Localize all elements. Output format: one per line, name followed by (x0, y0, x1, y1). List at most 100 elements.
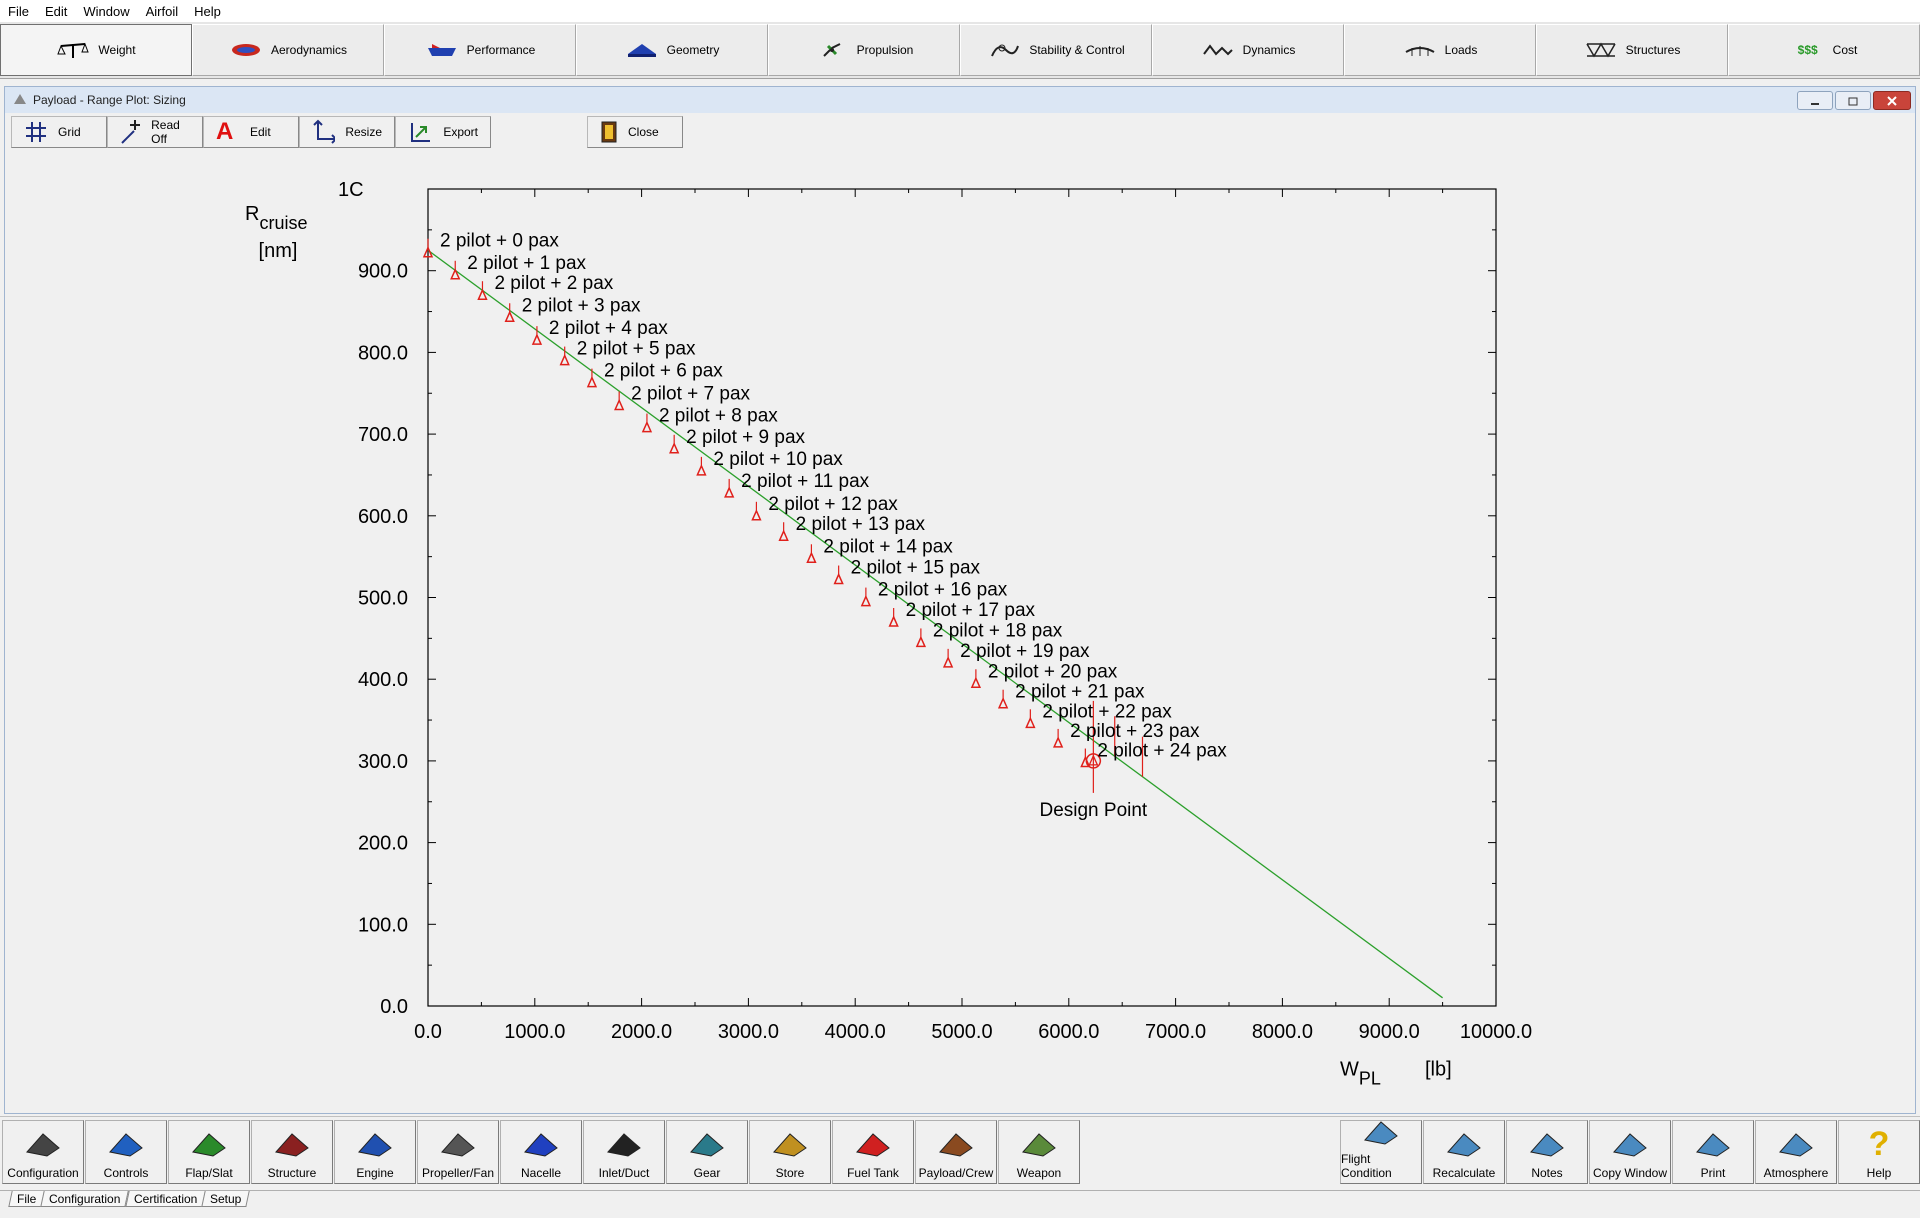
recalculate-button[interactable]: Recalculate (1423, 1120, 1505, 1184)
flap-slat-icon (187, 1126, 231, 1162)
y-axis-subscript: cruise (259, 213, 307, 233)
text-edit-icon: A (216, 118, 234, 145)
minimize-button[interactable] (1797, 91, 1833, 110)
airfoil-icon (229, 39, 263, 61)
help-button[interactable]: ? Help (1838, 1120, 1920, 1184)
restore-icon (1848, 97, 1858, 105)
nacelle-button[interactable]: Nacelle (500, 1120, 582, 1184)
menu-file[interactable]: File (0, 4, 37, 19)
tab-propulsion[interactable]: Propulsion (768, 24, 960, 76)
grid-button[interactable]: Grid (11, 116, 107, 148)
point-label: 2 pilot + 21 pax (1015, 682, 1145, 703)
tab-label: Stability & Control (1029, 43, 1125, 57)
geometry-icon (625, 39, 659, 61)
tab-label: Propulsion (856, 43, 914, 57)
x-tick-label: 7000.0 (1145, 1021, 1206, 1043)
button-label: Store (775, 1166, 805, 1180)
export-button[interactable]: Export (395, 116, 491, 148)
point-label: 2 pilot + 7 pax (631, 384, 750, 405)
tab-cost[interactable]: $$$ Cost (1728, 24, 1920, 76)
sheet-tab-configuration[interactable]: Configuration (40, 1191, 130, 1207)
maximize-button[interactable] (1835, 91, 1871, 110)
button-label: Nacelle (520, 1166, 562, 1180)
tab-label: Loads (1444, 43, 1478, 57)
atmosphere-button[interactable]: Atmosphere (1755, 1120, 1837, 1184)
sheet-tab-certification[interactable]: Certification (125, 1191, 206, 1207)
button-label: Configuration (7, 1166, 79, 1180)
flap-slat-button[interactable]: Flap/Slat (168, 1120, 250, 1184)
point-label: 2 pilot + 13 pax (796, 514, 926, 535)
component-toolbar: Configuration Controls Flap/Slat Structure E… (0, 1116, 1920, 1189)
read-off-button[interactable]: Read Off (107, 116, 203, 148)
tab-performance[interactable]: Performance (384, 24, 576, 76)
weapon-button[interactable]: Weapon (998, 1120, 1080, 1184)
button-label: Print (1700, 1166, 1726, 1180)
resize-button[interactable]: Resize (299, 116, 395, 148)
structure-button[interactable]: Structure (251, 1120, 333, 1184)
tab-label: Weight (98, 43, 136, 57)
menu-edit[interactable]: Edit (37, 4, 75, 19)
close-plot-button[interactable]: Close (587, 116, 683, 148)
inlet-duct-button[interactable]: Inlet/Duct (583, 1120, 665, 1184)
x-tick-label: 5000.0 (931, 1021, 992, 1043)
propeller-fan-button[interactable]: Propeller/Fan (417, 1120, 499, 1184)
button-label: Flight Condition (1341, 1152, 1392, 1180)
menu-window[interactable]: Window (75, 4, 137, 19)
point-label: 2 pilot + 6 pax (604, 361, 723, 382)
button-label: Recalculate (1432, 1166, 1496, 1180)
edit-button[interactable]: A Edit (203, 116, 299, 148)
flight-condition-button[interactable]: Flight Condition (1340, 1120, 1422, 1184)
menu-help[interactable]: Help (186, 4, 229, 19)
sheet-tab-bar: File Configuration Certification Setup (0, 1190, 1920, 1213)
point-label: 2 pilot + 11 pax (741, 471, 869, 492)
tab-aerodynamics[interactable]: Aerodynamics (192, 24, 384, 76)
copy-window-button[interactable]: Copy Window (1589, 1120, 1671, 1184)
print-button[interactable]: Print (1672, 1120, 1754, 1184)
tab-label: Cost (1832, 43, 1858, 57)
y-axis-symbol: R (245, 203, 259, 225)
configuration-button[interactable]: Configuration (2, 1120, 84, 1184)
controls-button[interactable]: Controls (85, 1120, 167, 1184)
store-button[interactable]: Store (749, 1120, 831, 1184)
x-tick-label: 9000.0 (1359, 1021, 1420, 1043)
payload-range-chart: 0.0 1000.0 2000.0 3000.0 4000.0 5000.0 6000.0 7… (5, 155, 1915, 1110)
point-label: 2 pilot + 17 pax (906, 600, 1036, 621)
gear-button[interactable]: Gear (666, 1120, 748, 1184)
tab-dynamics[interactable]: Dynamics (1152, 24, 1344, 76)
tab-weight[interactable]: Weight (0, 24, 192, 76)
point-label: 2 pilot + 1 pax (467, 253, 586, 274)
fuel-tank-button[interactable]: Fuel Tank (832, 1120, 914, 1184)
x-axis-symbol: W (1340, 1058, 1359, 1080)
button-label: Payload/Crew (918, 1166, 994, 1180)
y-axis-unit: [nm] (259, 240, 298, 262)
engine-button[interactable]: Engine (334, 1120, 416, 1184)
weapon-icon (1017, 1126, 1061, 1162)
y-tick-label: 700.0 (358, 424, 408, 446)
sheet-tab-file[interactable]: File (8, 1191, 46, 1207)
tab-structures[interactable]: Structures (1536, 24, 1728, 76)
main-tab-bar: Weight Aerodynamics Performance Geometry… (0, 22, 1920, 79)
minimize-icon (1811, 102, 1819, 105)
point-label: 2 pilot + 16 pax (878, 580, 1008, 601)
y-tick-label-top-fragment: 1C (338, 179, 364, 201)
point-label: 2 pilot + 12 pax (768, 494, 898, 515)
x-tick-label: 2000.0 (611, 1021, 672, 1043)
point-label: 2 pilot + 8 pax (659, 406, 778, 427)
notes-button[interactable]: Notes (1506, 1120, 1588, 1184)
point-label: 2 pilot + 18 pax (933, 620, 1063, 641)
tab-loads[interactable]: Loads (1344, 24, 1536, 76)
engine-icon (353, 1126, 397, 1162)
sheet-tab-label: File (17, 1192, 37, 1206)
button-label: Weapon (1016, 1166, 1062, 1180)
button-label: Inlet/Duct (598, 1166, 650, 1180)
x-axis-subscript: PL (1359, 1068, 1381, 1088)
tab-geometry[interactable]: Geometry (576, 24, 768, 76)
window-close-button[interactable] (1873, 91, 1911, 110)
recalculate-icon (1442, 1126, 1486, 1162)
payload-crew-button[interactable]: Payload/Crew (915, 1120, 997, 1184)
sheet-tab-setup[interactable]: Setup (201, 1191, 251, 1207)
y-tick-label: 800.0 (358, 342, 408, 364)
door-exit-icon (601, 121, 617, 143)
tab-stability-control[interactable]: Stability & Control (960, 24, 1152, 76)
menu-airfoil[interactable]: Airfoil (138, 4, 187, 19)
